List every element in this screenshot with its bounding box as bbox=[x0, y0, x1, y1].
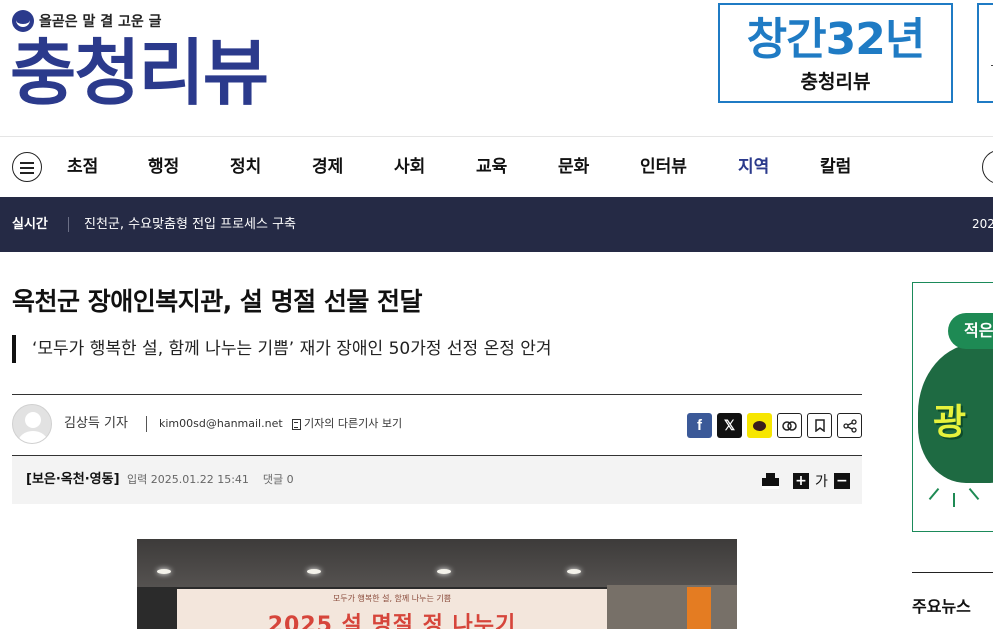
font-size-label: 가 bbox=[815, 474, 828, 490]
article-tools: + 가 − bbox=[762, 471, 850, 491]
share-buttons: f 𝕏 bbox=[687, 413, 862, 438]
nav-item-focus[interactable]: 초점 bbox=[67, 138, 148, 196]
photo-pillar bbox=[687, 587, 711, 629]
nav-item-administration[interactable]: 행정 bbox=[148, 138, 230, 196]
ticker-label: 실시간 bbox=[12, 217, 48, 232]
anniversary-banner[interactable]: 창간32년 충청리뷰 bbox=[718, 3, 953, 103]
article-subtitle: ‘모두가 행복한 설, 함께 나누는 기쁨’ 재가 장애인 50가정 선정 온정… bbox=[12, 335, 552, 363]
nav-menu: 초점 행정 정치 경제 사회 교육 문화 인터뷰 지역 칼럼 bbox=[67, 138, 902, 196]
published-date: 입력 2025.01.22 15:41 bbox=[127, 473, 249, 486]
share-icon[interactable] bbox=[837, 413, 862, 438]
banner-subtitle: 충청리뷰 bbox=[800, 71, 871, 93]
event-banner-title: 2025 설 명절 정 나누기 bbox=[267, 613, 517, 629]
ad-burst-lines bbox=[913, 483, 993, 523]
ceiling-light bbox=[437, 569, 451, 574]
nav-item-interview[interactable]: 인터뷰 bbox=[640, 138, 738, 196]
secondary-banner[interactable] bbox=[977, 3, 993, 103]
link-icon[interactable] bbox=[777, 413, 802, 438]
sidebar-advertisement[interactable]: 적은 광 bbox=[912, 282, 993, 532]
divider bbox=[912, 572, 993, 573]
nav-item-society[interactable]: 사회 bbox=[394, 138, 476, 196]
nav-item-politics[interactable]: 정치 bbox=[230, 138, 312, 196]
reporter-avatar bbox=[12, 404, 52, 444]
ticker-date: 2025 bbox=[972, 217, 993, 231]
site-header: 올곧은 말 결 고운 글 충청리뷰 창간32년 충청리뷰 bbox=[0, 0, 993, 137]
photo-ceiling bbox=[137, 539, 737, 587]
publish-info: 입력 2025.01.22 15:41 댓글 0 bbox=[127, 456, 294, 504]
font-increase-button[interactable]: + bbox=[793, 473, 809, 489]
print-icon[interactable] bbox=[762, 473, 779, 489]
font-decrease-button[interactable]: − bbox=[833, 473, 850, 489]
nav-item-education[interactable]: 교육 bbox=[476, 138, 558, 196]
main-news-heading: 주요뉴스 bbox=[912, 597, 971, 616]
article-meta-bar: [보은·옥천·영동] 입력 2025.01.22 15:41 댓글 0 + 가 … bbox=[12, 456, 862, 504]
nav-item-region[interactable]: 지역 bbox=[738, 138, 820, 196]
ad-headline: 광 bbox=[933, 402, 967, 443]
x-icon[interactable]: 𝕏 bbox=[717, 413, 742, 438]
facebook-icon[interactable]: f bbox=[687, 413, 712, 438]
nav-item-economy[interactable]: 경제 bbox=[312, 138, 394, 196]
ticker-divider bbox=[68, 217, 69, 232]
photo-wall bbox=[607, 585, 737, 629]
breaking-news-ticker: 실시간 진천군, 수요맞춤형 전입 프로세스 구축 2025 bbox=[0, 197, 993, 252]
kakaotalk-icon[interactable] bbox=[747, 413, 772, 438]
bookmark-icon[interactable] bbox=[807, 413, 832, 438]
article-byline: 김상득 기자 kim00sd@hanmail.net 기자의 다른기사 보기 f… bbox=[12, 404, 862, 446]
article-photo: 모두가 행복한 설, 함께 나누는 기쁨 2025 설 명절 정 나누기 bbox=[137, 539, 737, 629]
banner-title: 창간32년 bbox=[746, 14, 926, 65]
article-title: 옥천군 장애인복지관, 설 명절 선물 전달 bbox=[12, 287, 423, 316]
document-icon bbox=[292, 418, 301, 430]
ceiling-light bbox=[157, 569, 171, 574]
hamburger-menu-button[interactable] bbox=[12, 152, 42, 182]
nav-item-column[interactable]: 칼럼 bbox=[820, 138, 902, 196]
other-articles-label: 기자의 다른기사 보기 bbox=[304, 417, 403, 430]
event-banner-small-text: 모두가 행복한 설, 함께 나누는 기쁨 bbox=[332, 594, 452, 603]
ceiling-light bbox=[567, 569, 581, 574]
divider bbox=[12, 394, 862, 395]
nav-item-culture[interactable]: 문화 bbox=[558, 138, 640, 196]
reporter-name[interactable]: 김상득 기자 bbox=[64, 404, 128, 444]
ticker-headline[interactable]: 진천군, 수요맞춤형 전입 프로세스 구축 bbox=[84, 197, 296, 252]
byline-divider bbox=[146, 416, 147, 432]
event-banner: 모두가 행복한 설, 함께 나누는 기쁨 2025 설 명절 정 나누기 bbox=[177, 589, 607, 629]
search-button[interactable] bbox=[982, 150, 993, 184]
comment-count[interactable]: 댓글 0 bbox=[263, 473, 294, 486]
reporter-other-articles-link[interactable]: 기자의 다른기사 보기 bbox=[292, 404, 402, 444]
site-logo[interactable]: 충청리뷰 bbox=[10, 28, 269, 118]
ad-bubble: 적은 bbox=[948, 313, 993, 349]
ceiling-light bbox=[307, 569, 321, 574]
reporter-email[interactable]: kim00sd@hanmail.net bbox=[159, 404, 283, 444]
main-navigation: 초점 행정 정치 경제 사회 교육 문화 인터뷰 지역 칼럼 bbox=[0, 138, 993, 196]
section-tag[interactable]: [보은·옥천·영동] bbox=[26, 456, 120, 504]
